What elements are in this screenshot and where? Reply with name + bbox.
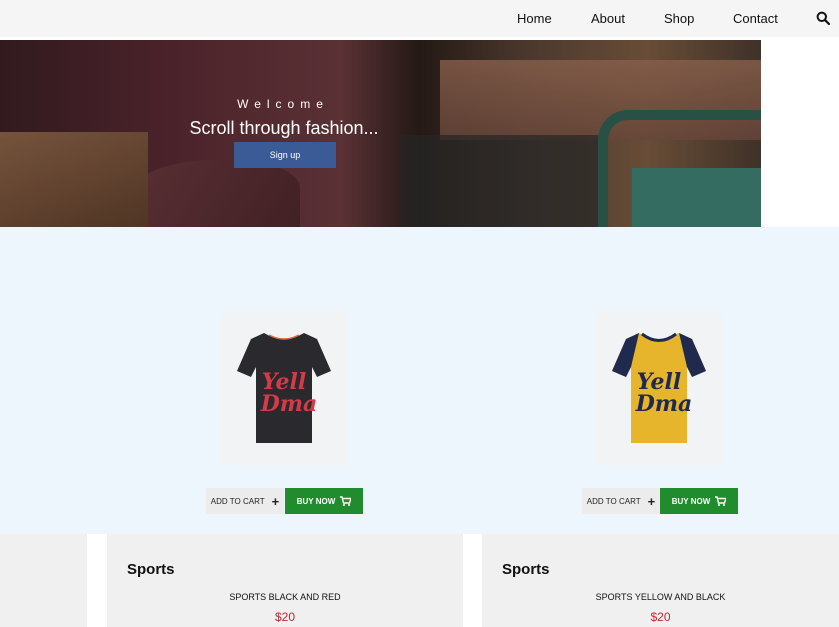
search-icon[interactable] (816, 11, 830, 25)
card-price: $20 (274, 610, 296, 624)
tshirt-icon: Yell Dma (237, 333, 331, 443)
buy-now-label: BUY NOW (671, 496, 711, 506)
product-image-black-red[interactable]: Yell Dma (221, 311, 347, 465)
add-to-cart-button[interactable]: ADD TO CART + (206, 488, 284, 514)
signup-button[interactable]: Sign up (234, 142, 336, 168)
add-to-cart-label: ADD TO CART (586, 496, 641, 506)
svg-text:Dma: Dma (260, 391, 318, 417)
nav-contact-link[interactable]: Contact (733, 11, 778, 26)
card-category: Sports (502, 561, 550, 578)
card-product-name: SPORTS BLACK AND RED (229, 592, 341, 602)
card-product-name: SPORTS YELLOW AND BLACK (595, 592, 726, 602)
cart-icon (715, 496, 727, 506)
product-card[interactable]: Sports SPORTS YELLOW AND BLACK $20 (482, 534, 839, 627)
tshirt-icon: Yell Dma (612, 332, 706, 443)
card-category: Sports (127, 561, 175, 578)
buy-now-button[interactable]: BUY NOW (660, 488, 738, 514)
product-card[interactable]: Sports SPORTS BLACK AND RED $20 (107, 534, 463, 627)
plus-icon: + (647, 493, 656, 509)
plus-icon: + (271, 493, 280, 509)
svg-text:Dma: Dma (635, 391, 693, 417)
hero-welcome-text: Welcome (237, 97, 329, 111)
add-to-cart-label: ADD TO CART (210, 496, 265, 506)
product-card-partial (0, 534, 87, 627)
add-to-cart-button[interactable]: ADD TO CART + (582, 488, 660, 514)
top-navbar: Home About Shop Contact (0, 0, 839, 37)
nav-shop-link[interactable]: Shop (664, 11, 694, 26)
hero-banner: Welcome Scroll through fashion... Sign u… (0, 40, 761, 227)
buy-now-button[interactable]: BUY NOW (285, 488, 363, 514)
card-price: $20 (650, 610, 671, 624)
buy-now-label: BUY NOW (296, 496, 336, 506)
nav-about-link[interactable]: About (591, 11, 625, 26)
cart-icon (340, 496, 352, 506)
hero-title: Scroll through fashion... (189, 118, 379, 138)
products-section: Yell Dma ADD TO CART + BUY NOW Yell Dma … (0, 227, 839, 534)
product-image-yellow-black[interactable]: Yell Dma (596, 311, 722, 465)
nav-home-link[interactable]: Home (517, 11, 552, 26)
